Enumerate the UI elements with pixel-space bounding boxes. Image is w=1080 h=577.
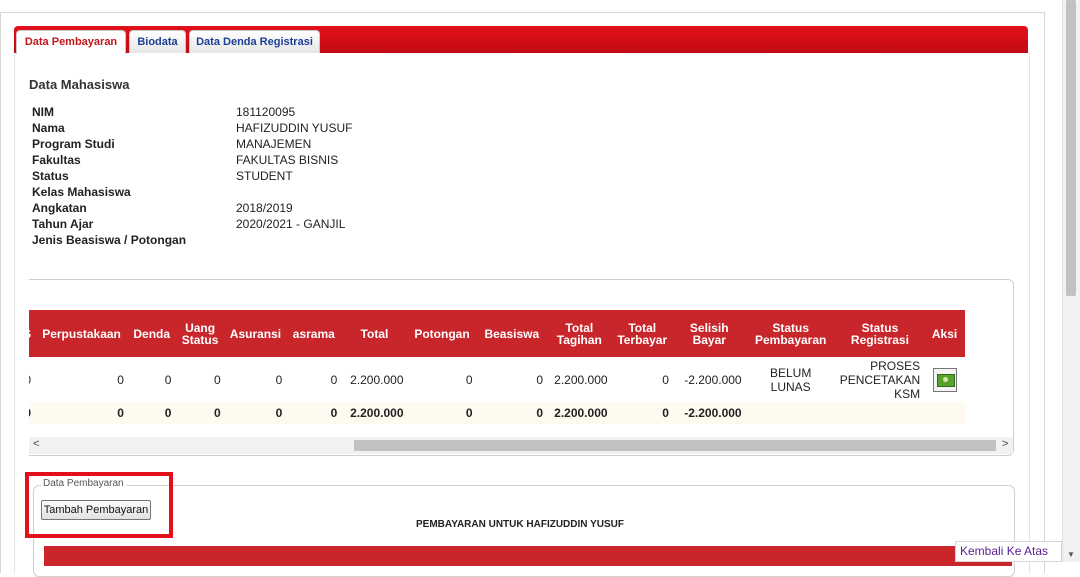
tab-data-pembayaran[interactable]: Data Pembayaran bbox=[16, 30, 126, 54]
col-header: Aksi bbox=[924, 310, 965, 357]
table-cell: 0 bbox=[476, 357, 548, 402]
scroll-down-arrow-icon[interactable]: ▼ bbox=[1067, 550, 1075, 559]
col-header: Beasiswa bbox=[476, 310, 548, 357]
col-header: Status Registrasi bbox=[835, 310, 925, 357]
table-cell: 0 bbox=[175, 357, 225, 402]
table-cell: 2.200.000 bbox=[341, 357, 408, 402]
col-header: Uang Status bbox=[175, 310, 225, 357]
nim-label: NIM bbox=[32, 105, 54, 119]
scroll-right-arrow-icon[interactable]: > bbox=[1002, 438, 1008, 450]
table-cell: -2.200.000 bbox=[672, 357, 746, 402]
payment-grid[interactable]: S Perpustakaan Denda Uang Status Asurans… bbox=[29, 310, 997, 426]
table-cell: 0 bbox=[286, 357, 342, 402]
highlight-annotation bbox=[25, 472, 173, 538]
table-row: 0 0 0 0 0 0 2.200.000 0 0 2.200.000 0 -2… bbox=[29, 357, 965, 402]
table-cell: 0 bbox=[407, 357, 477, 402]
vertical-scrollbar-thumb[interactable] bbox=[1066, 0, 1076, 296]
total-cell: 0 bbox=[286, 402, 342, 424]
total-cell bbox=[924, 402, 965, 424]
col-header: asrama bbox=[286, 310, 342, 357]
action-cell bbox=[924, 357, 965, 402]
table-cell: 0 bbox=[127, 357, 176, 402]
angkatan-label: Angkatan bbox=[32, 201, 87, 215]
payment-table: S Perpustakaan Denda Uang Status Asurans… bbox=[29, 310, 965, 424]
jenis-beasiswa-label: Jenis Beasiswa / Potongan bbox=[32, 233, 187, 247]
payment-table-header: S Perpustakaan Denda Uang Status Asurans… bbox=[29, 310, 965, 357]
total-cell bbox=[835, 402, 925, 424]
angkatan-value: 2018/2019 bbox=[236, 201, 293, 215]
payment-table-header-band bbox=[44, 546, 1012, 566]
total-cell: 0 bbox=[476, 402, 548, 424]
col-header: Total Tagihan bbox=[547, 310, 612, 357]
table-cell: 0 bbox=[611, 357, 673, 402]
total-cell: 0 bbox=[127, 402, 176, 424]
col-header: Status Pembayaran bbox=[745, 310, 836, 357]
back-to-top-link[interactable]: Kembali Ke Atas bbox=[955, 541, 1062, 562]
nama-label: Nama bbox=[32, 121, 65, 135]
table-cell: 2.200.000 bbox=[547, 357, 612, 402]
scroll-left-arrow-icon[interactable]: < bbox=[33, 438, 39, 450]
table-cell: 0 bbox=[224, 357, 287, 402]
total-cell: 2.200.000 bbox=[341, 402, 408, 424]
col-header: Total Terbayar bbox=[611, 310, 673, 357]
total-cell bbox=[745, 402, 836, 424]
tahun-ajar-value: 2020/2021 - GANJIL bbox=[236, 217, 346, 231]
tab-data-denda-registrasi[interactable]: Data Denda Registrasi bbox=[189, 30, 320, 53]
horizontal-scrollbar-thumb[interactable] bbox=[354, 440, 996, 451]
table-total-row: 0 0 0 0 0 0 2.200.000 0 0 2.200.000 0 -2… bbox=[29, 402, 965, 424]
col-header: Perpustakaan bbox=[35, 310, 128, 357]
money-icon[interactable] bbox=[932, 367, 957, 392]
status-value: STUDENT bbox=[236, 169, 293, 183]
status-registrasi: PROSES PENCETAKAN KSM bbox=[835, 357, 925, 402]
table-cell: 0 bbox=[35, 357, 128, 402]
payment-heading: PEMBAYARAN UNTUK HAFIZUDDIN YUSUF bbox=[416, 519, 624, 530]
fakultas-value: FAKULTAS BISNIS bbox=[236, 153, 339, 167]
total-cell: 0 bbox=[175, 402, 225, 424]
program-studi-value: MANAJEMEN bbox=[236, 137, 312, 151]
col-header: Total bbox=[341, 310, 408, 357]
tab-biodata[interactable]: Biodata bbox=[129, 30, 186, 53]
total-cell: 2.200.000 bbox=[547, 402, 612, 424]
status-label: Status bbox=[32, 169, 69, 183]
nim-value: 181120095 bbox=[236, 105, 296, 119]
tab-bar: Data Pembayaran Biodata Data Denda Regis… bbox=[14, 26, 1028, 54]
nama-value: HAFIZUDDIN YUSUF bbox=[236, 121, 353, 135]
status-pembayaran-link[interactable]: BELUM LUNAS bbox=[745, 357, 836, 402]
col-header: Denda bbox=[127, 310, 176, 357]
total-cell: 0 bbox=[35, 402, 128, 424]
fakultas-label: Fakultas bbox=[32, 153, 81, 167]
total-cell: 0 bbox=[407, 402, 477, 424]
program-studi-label: Program Studi bbox=[32, 137, 115, 151]
col-header: Potongan bbox=[407, 310, 477, 357]
total-cell: 0 bbox=[224, 402, 287, 424]
total-cell: -2.200.000 bbox=[672, 402, 746, 424]
kelas-mahasiswa-label: Kelas Mahasiswa bbox=[32, 185, 131, 199]
col-header: Asuransi bbox=[224, 310, 287, 357]
tahun-ajar-label: Tahun Ajar bbox=[32, 217, 94, 231]
col-header: Selisih Bayar bbox=[672, 310, 746, 357]
total-cell: 0 bbox=[611, 402, 673, 424]
section-title: Data Mahasiswa bbox=[29, 77, 130, 92]
